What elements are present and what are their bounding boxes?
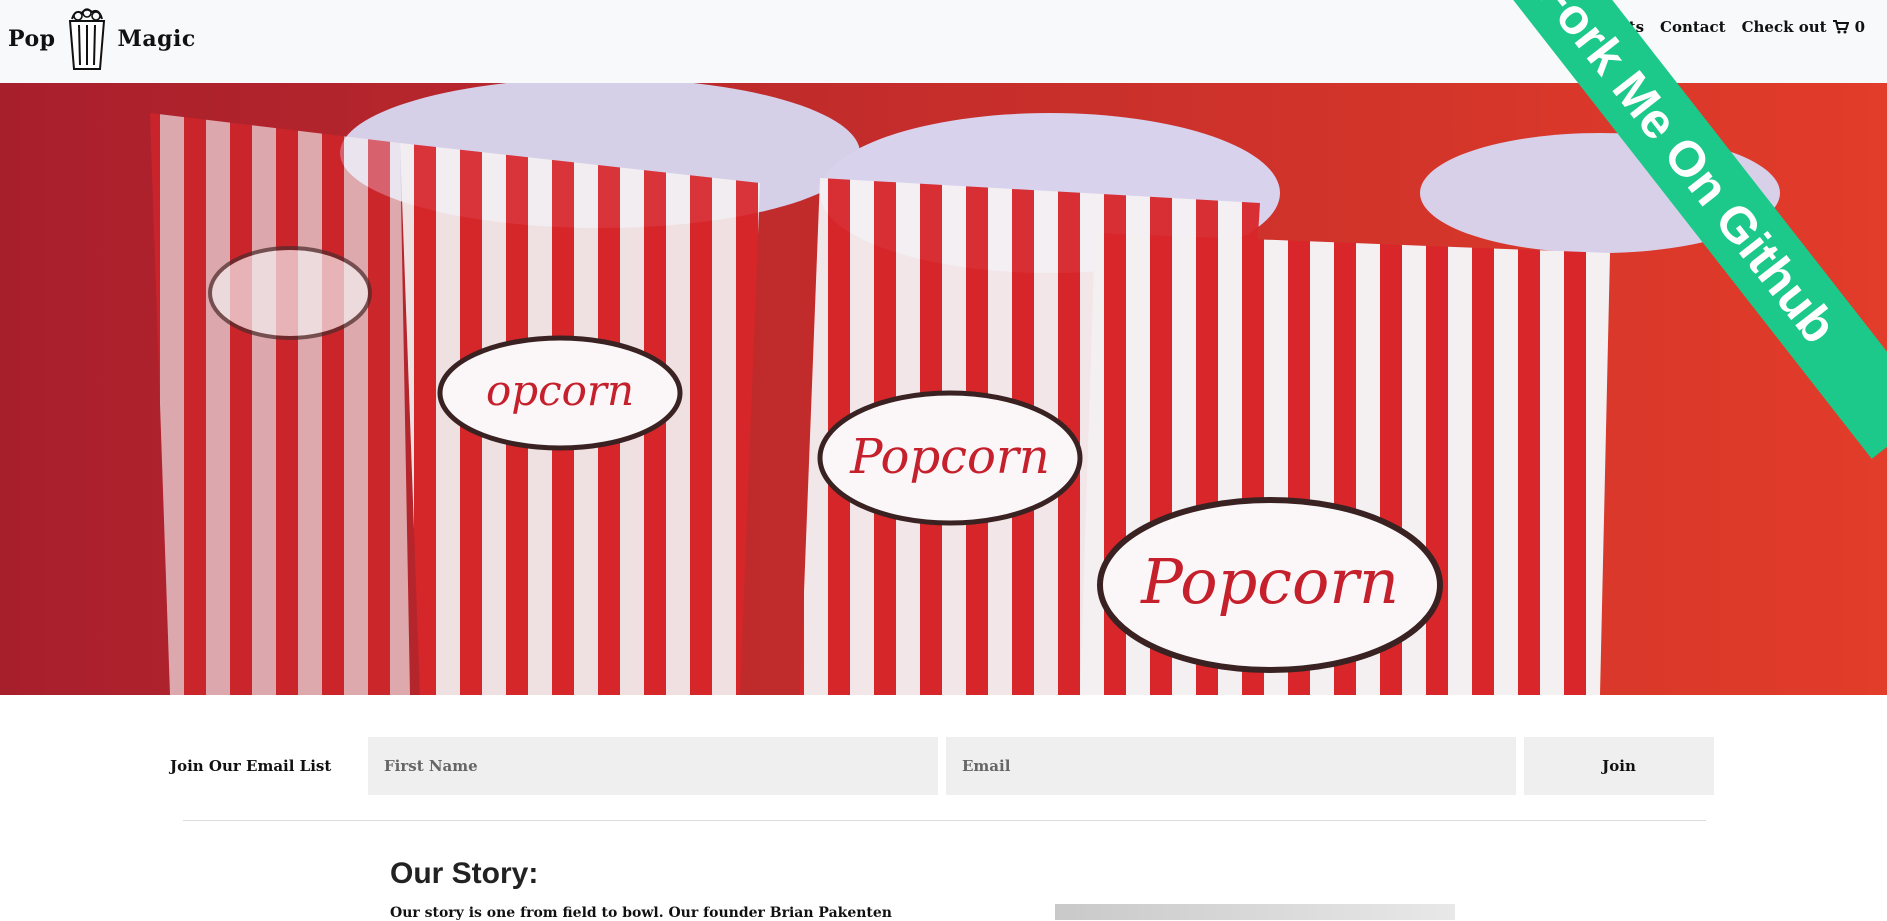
brand-word-right: Magic	[117, 26, 196, 52]
first-name-input[interactable]	[368, 737, 938, 795]
join-button[interactable]: Join	[1524, 737, 1714, 795]
brand-word-left: Pop	[8, 26, 56, 52]
story-image	[1055, 904, 1455, 920]
cart-icon	[1832, 20, 1849, 34]
email-list-label: Join Our Email List	[170, 757, 332, 775]
hero-image: opcorn Popcorn Popcorn	[0, 83, 1887, 695]
email-signup-form: Join Our Email List Join	[170, 737, 1715, 795]
email-input[interactable]	[946, 737, 1516, 795]
popcorn-box-icon	[68, 8, 105, 70]
check-out-label: Check out	[1741, 18, 1827, 36]
brand-link[interactable]: Pop Magic	[8, 6, 196, 72]
bag-label-text-2: Popcorn	[849, 429, 1050, 485]
bag-label-text-1: opcorn	[486, 366, 634, 415]
nav-item-contact[interactable]: Contact	[1660, 18, 1726, 36]
bag-label-text-3: Popcorn	[1140, 545, 1399, 618]
story-text: Our story is one from field to bowl. Our…	[390, 905, 892, 921]
story-title: Our Story:	[390, 857, 539, 890]
section-divider	[183, 820, 1706, 821]
cart-count: 0	[1854, 18, 1865, 36]
nav-item-check-out[interactable]: Check out 0	[1742, 18, 1865, 36]
popcorn-bags-photo: opcorn Popcorn Popcorn	[0, 83, 1887, 695]
